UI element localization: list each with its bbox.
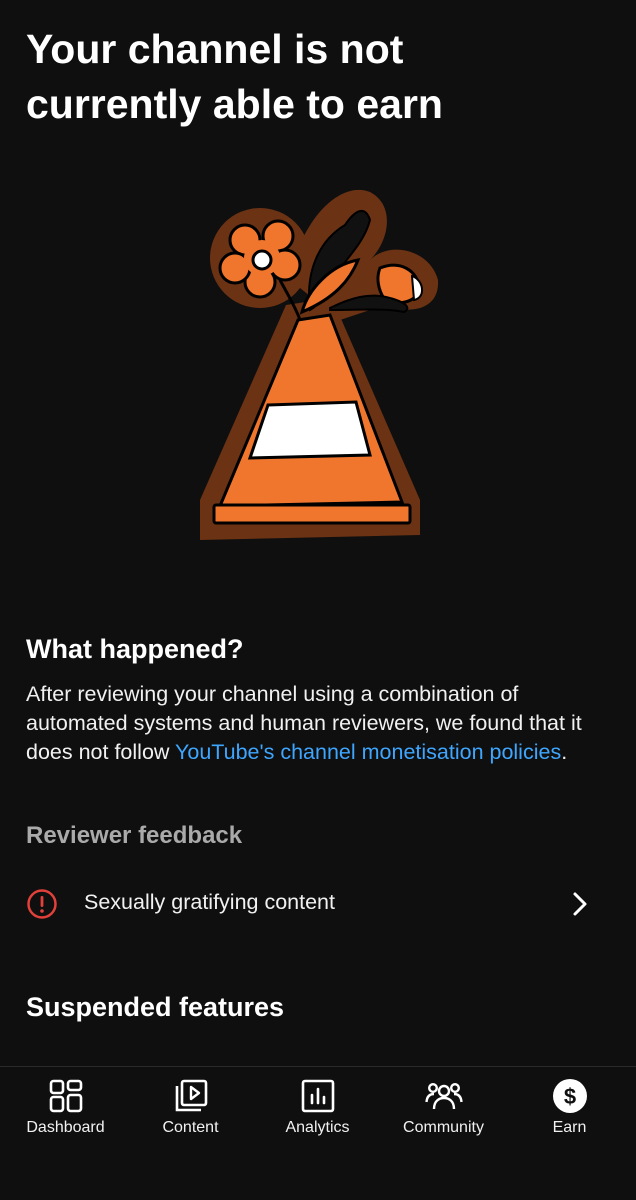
nav-item-earn[interactable]: $ Earn <box>506 1067 633 1157</box>
earn-icon: $ <box>552 1079 587 1113</box>
bottom-navigation: Dashboard Content Analytics Community $ … <box>0 1066 636 1200</box>
what-happened-heading: What happened? <box>26 634 244 664</box>
explanation-text-end: . <box>561 740 568 764</box>
chevron-right-icon <box>573 892 587 916</box>
nav-label-dashboard: Dashboard <box>26 1119 105 1136</box>
nav-label-content: Content <box>162 1119 219 1136</box>
svg-text:$: $ <box>563 1084 575 1109</box>
nav-item-content[interactable]: Content <box>127 1067 254 1157</box>
content-icon <box>175 1079 207 1112</box>
monetisation-policies-link[interactable]: YouTube's channel monetisation policies <box>175 740 561 764</box>
nav-label-community: Community <box>403 1119 484 1136</box>
nav-item-analytics[interactable]: Analytics <box>254 1067 381 1157</box>
nav-label-earn: Earn <box>552 1119 587 1136</box>
explanation-text: After reviewing your channel using a com… <box>26 680 606 767</box>
page-title: Your channel is not currently able to ea… <box>26 26 443 127</box>
nav-item-dashboard[interactable]: Dashboard <box>2 1067 129 1157</box>
dashboard-icon <box>49 1079 82 1113</box>
analytics-icon <box>301 1079 334 1113</box>
suspended-features-heading: Suspended features <box>26 992 285 1022</box>
alert-circle-icon <box>27 889 57 919</box>
reviewer-feedback-heading: Reviewer feedback <box>26 822 243 849</box>
traffic-cone-with-flowers-illustration <box>200 189 439 540</box>
community-icon <box>424 1082 463 1110</box>
nav-item-community[interactable]: Community <box>380 1067 507 1157</box>
feedback-item-sexually-gratifying-content[interactable]: Sexually gratifying content <box>0 878 636 930</box>
nav-label-analytics: Analytics <box>285 1119 350 1136</box>
feedback-item-label: Sexually gratifying content <box>84 890 335 914</box>
